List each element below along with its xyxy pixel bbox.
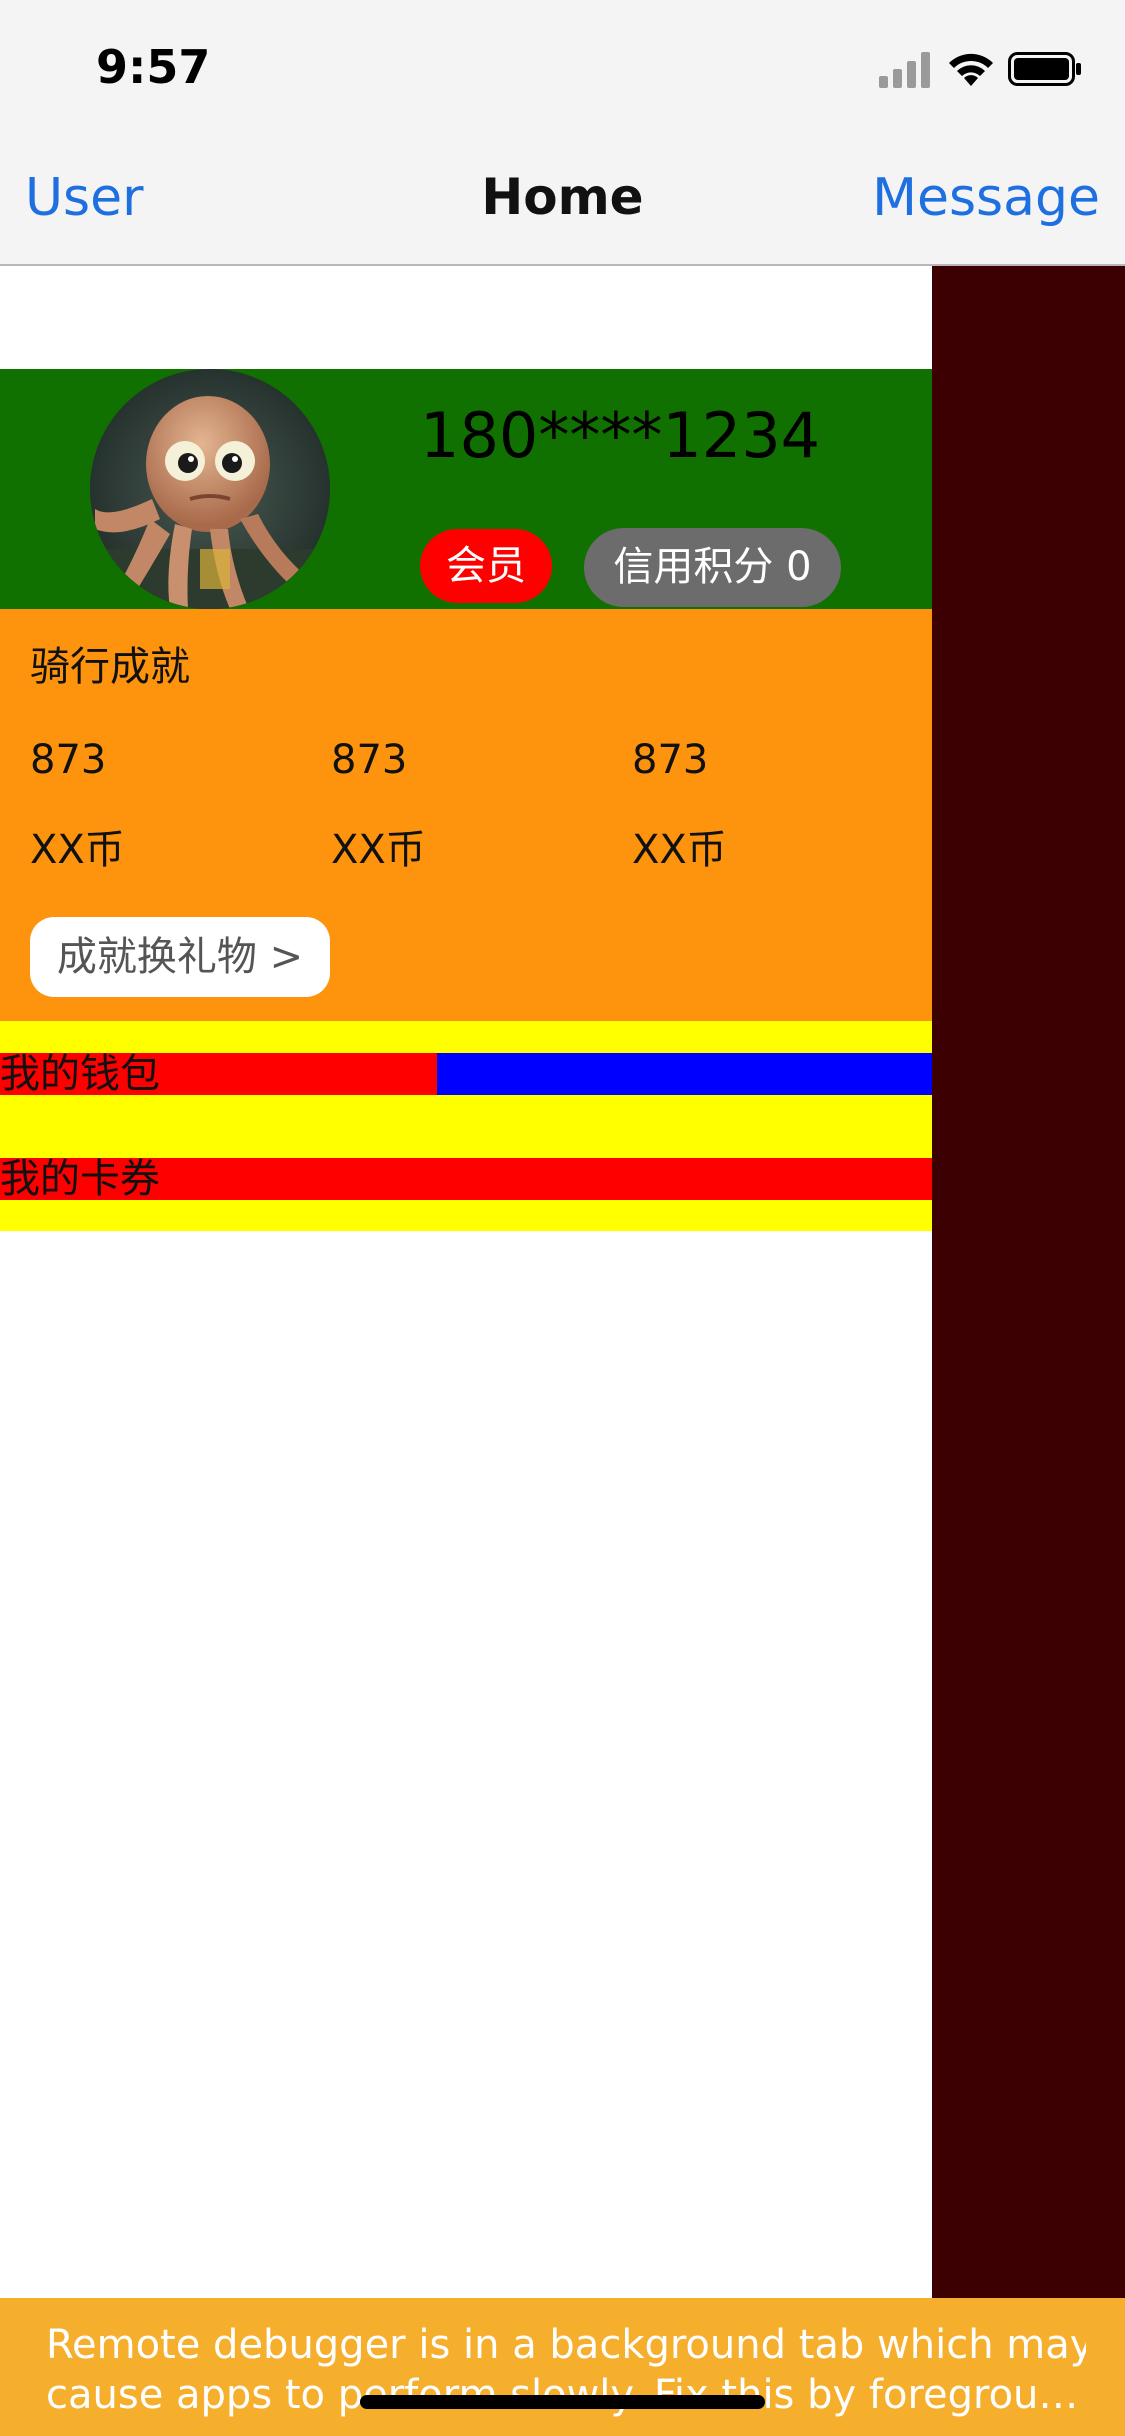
home-indicator[interactable] [360, 2395, 765, 2409]
my-wallet-row[interactable]: 我的钱包 [0, 1053, 932, 1095]
my-wallet-label: 我的钱包 [0, 1053, 437, 1095]
achievement-value: 873 [30, 737, 107, 783]
achievement-value: 873 [331, 737, 408, 783]
phone-number: 180****1234 [420, 399, 821, 472]
screen: 9:57 Home User Message 180****1234 会员 信用… [0, 0, 1125, 2436]
side-panel [932, 266, 1125, 2436]
achievement-unit: XX币 [632, 827, 727, 873]
achievement-item: 873 XX币 [331, 737, 631, 875]
status-time: 9:57 [96, 40, 211, 94]
user-button[interactable]: User [25, 168, 144, 228]
my-coupons-row[interactable]: 我的卡券 [0, 1158, 932, 1200]
account-list-section: 我的钱包 我的卡券 [0, 1021, 932, 1231]
status-bar: 9:57 [0, 0, 1125, 140]
remote-debugger-banner[interactable]: Remote debugger is in a background tab w… [0, 2298, 1125, 2436]
my-wallet-detail-bar [437, 1053, 932, 1095]
achievement-item: 873 XX币 [632, 737, 932, 875]
achievement-value: 873 [632, 737, 709, 783]
debugger-warning-line-1: Remote debugger is in a background tab w… [46, 2322, 1086, 2368]
achievement-unit: XX币 [331, 827, 426, 873]
cellular-signal-icon [879, 52, 930, 88]
profile-header: 180****1234 会员 信用积分 0 [0, 369, 932, 609]
member-badge[interactable]: 会员 [420, 529, 552, 603]
battery-icon [1008, 52, 1081, 86]
octopus-avatar-image [90, 369, 330, 609]
message-button[interactable]: Message [872, 168, 1100, 228]
avatar[interactable] [90, 369, 330, 609]
credit-score-badge[interactable]: 信用积分 0 [584, 528, 841, 607]
navigation-bar: Home User Message [0, 140, 1125, 266]
exchange-gift-button[interactable]: 成就换礼物 > [30, 917, 330, 997]
wifi-icon [949, 53, 993, 86]
achievement-title: 骑行成就 [30, 644, 190, 690]
achievement-item: 873 XX币 [30, 737, 330, 875]
achievement-unit: XX币 [30, 827, 125, 873]
riding-achievement-section: 骑行成就 873 XX币 873 XX币 873 XX币 成就换礼物 > [0, 609, 932, 1021]
